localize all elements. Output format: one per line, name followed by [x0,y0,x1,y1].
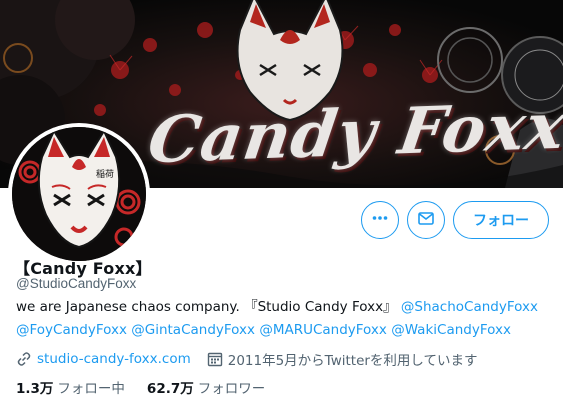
website-link[interactable]: studio-candy-foxx.com [37,351,191,367]
bio-mention[interactable]: @MARUCandyFoxx [259,322,387,338]
bio-mention[interactable]: @WakiCandyFoxx [391,322,511,338]
bio-text: we are Japanese chaos company. 『Studio C… [16,299,397,315]
follow-stats: 1.3万 フォロー中 62.7万 フォロワー [16,377,287,397]
ellipsis-icon [371,209,389,232]
follow-button[interactable]: フォロー [453,201,549,239]
followers-count[interactable]: 62.7万 [147,377,194,397]
profile-avatar[interactable]: 稲荷 [8,123,150,265]
link-icon [16,351,32,367]
more-button[interactable] [361,201,399,239]
following-label[interactable]: フォロー中 [57,377,125,397]
avatar-mask-seal: 稲荷 [96,168,114,180]
avatar-image: 稲荷 [12,127,146,261]
profile-actions: フォロー [361,201,549,239]
calendar-icon [207,351,223,367]
user-handle: @StudioCandyFoxx [16,276,137,291]
message-button[interactable] [407,201,445,239]
following-count[interactable]: 1.3万 [16,377,53,397]
banner-logo-text: Candy Foxx [143,88,563,179]
bio-mention[interactable]: @GintaCandyFoxx [131,322,255,338]
join-date: 2011年5月からTwitterを利用しています [227,353,478,369]
profile-bio: we are Japanese chaos company. 『Studio C… [16,296,552,342]
profile-meta: studio-candy-foxx.com 2011年5月からTwitterを利… [16,349,478,369]
envelope-icon [417,209,435,232]
fox-mask-avatar: 稲荷 [12,127,146,261]
followers-label[interactable]: フォロワー [198,377,266,397]
bio-mention[interactable]: @FoyCandyFoxx [16,322,127,338]
bio-mention[interactable]: @ShachoCandyFoxx [401,299,538,315]
